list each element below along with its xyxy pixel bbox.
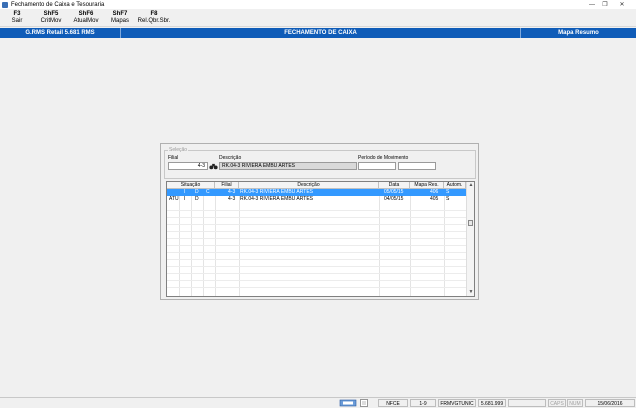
selection-panel: Seleção Filial 4-3 Descrição RK.04-3 RIV… [160, 143, 479, 300]
status-bar: NFCE 1-9 FRMVGTUNIC 5.681.999 CAPS NUM 1… [0, 397, 636, 407]
scroll-up-icon[interactable]: ▲ [467, 182, 474, 189]
periodo-label: Período de Movimento [358, 155, 409, 161]
rel-qbr-sbr-button[interactable]: F8 Rel.Qbr.Sbr. [136, 11, 172, 25]
col-situacao[interactable]: Situação [167, 182, 215, 189]
close-icon[interactable]: ✕ [616, 0, 628, 9]
col-mapa-res[interactable]: Mapa Res. [410, 182, 444, 189]
scroll-thumb[interactable] [468, 220, 473, 226]
status-date: 15/06/2016 [585, 399, 635, 407]
function-key-toolbar: F3 Sair ShF5 CritMov ShF6 AtualMov ShF7 Mapa… [0, 10, 636, 27]
movements-grid: Situação Filial Descrição Data Mapa Res.… [166, 181, 475, 297]
filial-label: Filial [168, 155, 179, 161]
periodo-from-field[interactable] [358, 162, 396, 170]
system-version: G.RMS Retail 5.681 RMS [25, 30, 95, 36]
exit-button[interactable]: F3 Sair [8, 11, 26, 25]
selection-legend: Seleção [168, 147, 189, 153]
col-autom[interactable]: Autom. [444, 182, 466, 189]
window-title: Fechamento de Caixa e Tesouraria [11, 1, 105, 8]
col-descricao[interactable]: Descrição [239, 182, 379, 189]
grid-scrollbar[interactable]: ▲ ▼ [466, 182, 474, 296]
document-icon [360, 399, 368, 407]
selection-group: Seleção Filial 4-3 Descrição RK.04-3 RIV… [164, 147, 476, 179]
status-program: FRMVGTUNIC [438, 399, 476, 407]
descricao-field: RK.04-3 RIVIERA EMBU ARTES [219, 162, 357, 170]
periodo-to-field[interactable] [398, 162, 436, 170]
window-titlebar: Fechamento de Caixa e Tesouraria [0, 0, 636, 9]
status-nfce: NFCE [378, 399, 408, 407]
screen-title: FECHAMENTO DE CAIXA [120, 28, 520, 38]
binoculars-icon[interactable] [209, 163, 218, 170]
table-row[interactable]: ATU I D 4-3 RK.04-3 RIVIERA EMBU ARTES 0… [167, 196, 466, 203]
status-num: NUM [567, 399, 583, 407]
atualmov-button[interactable]: ShF6 AtualMov [72, 11, 100, 25]
restore-icon[interactable]: ❐ [599, 0, 611, 9]
mode-label: Mapa Resumo [520, 28, 636, 38]
network-icon [339, 399, 357, 407]
screen-header-bar: G.RMS Retail 5.681 RMS FECHAMENTO DE CAI… [0, 28, 636, 38]
critmov-button[interactable]: ShF5 CritMov [38, 11, 64, 25]
status-caps: CAPS [548, 399, 566, 407]
app-icon [2, 1, 8, 8]
col-filial[interactable]: Filial [215, 182, 239, 189]
status-empty [508, 399, 546, 407]
table-row[interactable]: I D C 4-3 RK.04-3 RIVIERA EMBU ARTES 05/… [167, 189, 466, 196]
descricao-label: Descrição [219, 155, 242, 161]
status-page: 1-9 [410, 399, 436, 407]
status-version: 5.681.999 [478, 399, 506, 407]
filial-field[interactable]: 4-3 [168, 162, 208, 170]
mapas-button[interactable]: ShF7 Mapas [108, 11, 132, 25]
col-data[interactable]: Data [379, 182, 410, 189]
scroll-down-icon[interactable]: ▼ [467, 289, 474, 296]
minimize-icon[interactable]: — [586, 0, 598, 9]
